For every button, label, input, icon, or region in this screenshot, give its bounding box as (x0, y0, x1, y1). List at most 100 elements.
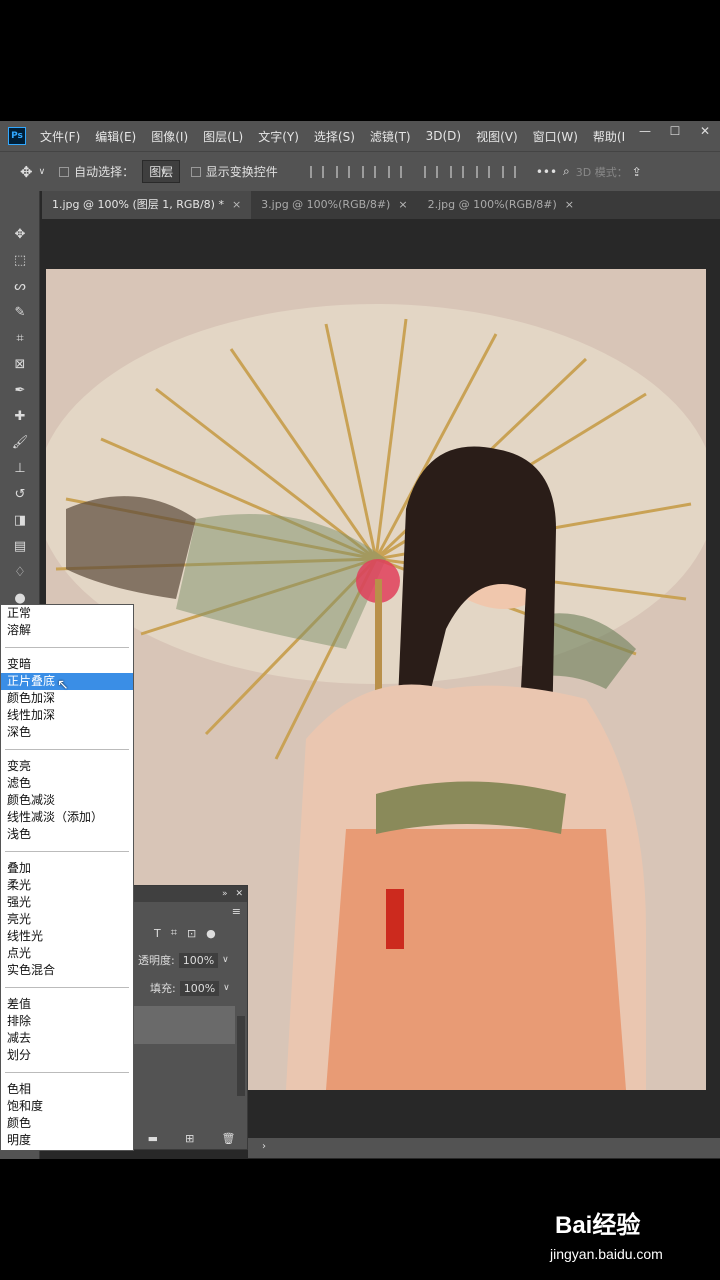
close-icon[interactable]: × (398, 198, 407, 211)
blend-mode-item[interactable]: 排除 (1, 1013, 133, 1030)
blend-mode-item[interactable]: 溶解 (1, 622, 133, 639)
blend-mode-item[interactable]: 浅色 (1, 826, 133, 843)
blend-mode-item[interactable]: 差值 (1, 996, 133, 1013)
blend-mode-item[interactable]: 减去 (1, 1030, 133, 1047)
healing-brush-tool-icon[interactable]: ✚ (0, 403, 40, 429)
distribute-vertical-icon[interactable] (501, 165, 516, 178)
close-icon[interactable]: × (232, 198, 241, 211)
show-transform-checkbox[interactable] (190, 166, 201, 177)
blend-mode-item[interactable]: 点光 (1, 945, 133, 962)
move-tool-icon[interactable]: ✥ (20, 163, 33, 181)
marquee-tool-icon[interactable]: ⬚ (0, 247, 40, 273)
menu-file[interactable]: 文件(F) (40, 128, 80, 145)
share-icon[interactable]: ⇪ (632, 165, 642, 179)
blur-tool-icon[interactable]: ♢ (0, 559, 40, 585)
blend-mode-item[interactable]: 深色 (1, 724, 133, 741)
chevron-right-icon[interactable]: › (262, 1141, 266, 1152)
blend-mode-item[interactable]: 滤色 (1, 775, 133, 792)
align-middle-icon[interactable] (449, 165, 464, 178)
align-right-icon[interactable] (361, 165, 376, 178)
new-group-icon[interactable]: ▬ (148, 1132, 158, 1145)
chevron-down-icon[interactable]: ∨ (222, 955, 229, 965)
menu-help[interactable]: 帮助(I (593, 128, 625, 145)
minimize-icon[interactable]: — (630, 121, 660, 145)
menu-layer[interactable]: 图层(L) (203, 128, 243, 145)
menu-select[interactable]: 选择(S) (314, 128, 355, 145)
blend-mode-item[interactable]: 饱和度 (1, 1098, 133, 1115)
opacity-input[interactable]: 100% (178, 952, 219, 968)
menu-filter[interactable]: 滤镜(T) (370, 128, 411, 145)
blend-mode-item[interactable]: 色相 (1, 1081, 133, 1098)
blend-mode-item[interactable]: 叠加 (1, 860, 133, 877)
quick-select-tool-icon[interactable]: ✎ (0, 299, 40, 325)
blend-mode-item[interactable]: 线性加深 (1, 707, 133, 724)
eraser-tool-icon[interactable]: ◨ (0, 507, 40, 533)
eyedropper-tool-icon[interactable]: ✒ (0, 377, 40, 403)
distribute-icon[interactable] (387, 165, 402, 178)
blend-mode-item[interactable]: 实色混合 (1, 962, 133, 979)
ps-logo-icon: Ps (8, 127, 26, 145)
blend-mode-item[interactable]: 变亮 (1, 758, 133, 775)
layer-row-selected[interactable] (134, 1006, 235, 1044)
menu-separator (5, 749, 129, 750)
blend-mode-item[interactable]: 变暗 (1, 656, 133, 673)
blend-mode-item[interactable]: 划分 (1, 1047, 133, 1064)
blend-mode-item[interactable]: 正片叠底 ↖ (1, 673, 133, 693)
close-icon[interactable]: ✕ (690, 121, 720, 145)
blend-mode-item[interactable]: 柔光 (1, 877, 133, 894)
blend-mode-item[interactable]: 正常 (1, 605, 133, 622)
blend-mode-item[interactable]: 颜色 (1, 1115, 133, 1132)
move-tool-icon[interactable]: ✥ (0, 221, 40, 247)
align-top-icon[interactable] (423, 165, 438, 178)
fill-label: 填充: (150, 982, 176, 995)
stamp-tool-icon[interactable]: ⊥ (0, 455, 40, 481)
close-icon[interactable]: × (565, 198, 574, 211)
blend-mode-item[interactable]: 明度 (1, 1132, 133, 1149)
blend-mode-item[interactable]: 线性光 (1, 928, 133, 945)
shape-filter-icon[interactable]: ⌗ (171, 926, 177, 940)
collapse-icon[interactable]: » (222, 889, 228, 899)
blend-mode-item[interactable]: 亮光 (1, 911, 133, 928)
more-icon[interactable]: ••• (536, 165, 557, 179)
tab-3jpg[interactable]: 3.jpg @ 100%(RGB/8#) × (251, 191, 417, 219)
menu-type[interactable]: 文字(Y) (258, 128, 299, 145)
chevron-down-icon[interactable]: ∨ (39, 167, 46, 177)
layers-scrollbar[interactable] (237, 1016, 245, 1096)
tab-2jpg[interactable]: 2.jpg @ 100%(RGB/8#) × (418, 191, 584, 219)
frame-tool-icon[interactable]: ⊠ (0, 351, 40, 377)
smart-object-filter-icon[interactable]: ⊡ (187, 927, 196, 940)
blend-mode-item[interactable]: 线性减淡（添加） (1, 809, 133, 826)
maximize-icon[interactable]: ☐ (660, 121, 690, 145)
lasso-tool-icon[interactable]: ᔕ (0, 273, 40, 299)
menu-3d[interactable]: 3D(D) (426, 129, 461, 143)
tab-1jpg[interactable]: 1.jpg @ 100% (图层 1, RGB/8) * × (42, 191, 252, 219)
menu-image[interactable]: 图像(I) (151, 128, 188, 145)
blend-mode-item[interactable]: 颜色减淡 (1, 792, 133, 809)
fill-input[interactable]: 100% (179, 980, 220, 996)
crop-tool-icon[interactable]: ⌗ (0, 325, 40, 351)
chevron-down-icon[interactable]: ∨ (223, 983, 230, 993)
tab-label: 2.jpg @ 100%(RGB/8#) (427, 198, 557, 211)
align-bottom-icon[interactable] (475, 165, 490, 178)
menu-window[interactable]: 窗口(W) (533, 128, 578, 145)
options-bar: ✥ ∨ 自动选择： 图层 ∨ 显示变换控件 ••• ⌕ 3D 模式： ⇪ (0, 151, 720, 191)
type-filter-icon[interactable]: T (154, 927, 161, 940)
align-center-icon[interactable] (335, 165, 350, 178)
3d-mode-label: 3D 模式： (575, 165, 628, 179)
dropdown-arrow-icon: ∨ (160, 166, 167, 177)
delete-layer-icon[interactable]: 🗑 (221, 1132, 235, 1145)
new-layer-icon[interactable]: ⊞ (185, 1132, 194, 1145)
toggle-filter-icon[interactable]: ● (206, 927, 216, 940)
menu-view[interactable]: 视图(V) (476, 128, 518, 145)
align-left-icon[interactable] (309, 165, 324, 178)
menu-icon[interactable]: ≡ (232, 905, 241, 918)
opacity-label: 透明度: (138, 954, 175, 967)
search-icon[interactable]: ⌕ (563, 164, 570, 179)
close-icon[interactable]: ✕ (235, 889, 243, 899)
brush-tool-icon[interactable]: 🖌 (0, 429, 40, 455)
gradient-tool-icon[interactable]: ▤ (0, 533, 40, 559)
blend-mode-item[interactable]: 强光 (1, 894, 133, 911)
auto-select-checkbox[interactable] (59, 166, 70, 177)
menu-edit[interactable]: 编辑(E) (95, 128, 136, 145)
history-brush-tool-icon[interactable]: ↺ (0, 481, 40, 507)
